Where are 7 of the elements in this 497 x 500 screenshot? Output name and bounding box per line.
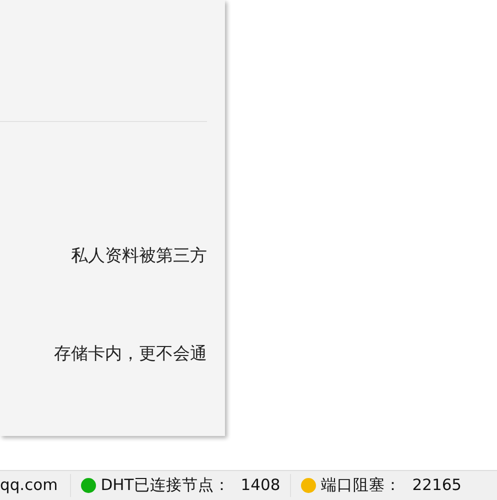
paragraph-text: 私人资料被第三方 [70, 246, 207, 266]
status-label: DHT已连接节点： [100, 474, 230, 496]
paragraph-text: 存储卡内，更不会通 [53, 344, 207, 365]
status-value: 22165 [412, 474, 462, 496]
status-text: qq.com [0, 474, 58, 496]
status-value: 1408 [240, 474, 280, 496]
status-label: 端口阻塞： [321, 474, 402, 496]
